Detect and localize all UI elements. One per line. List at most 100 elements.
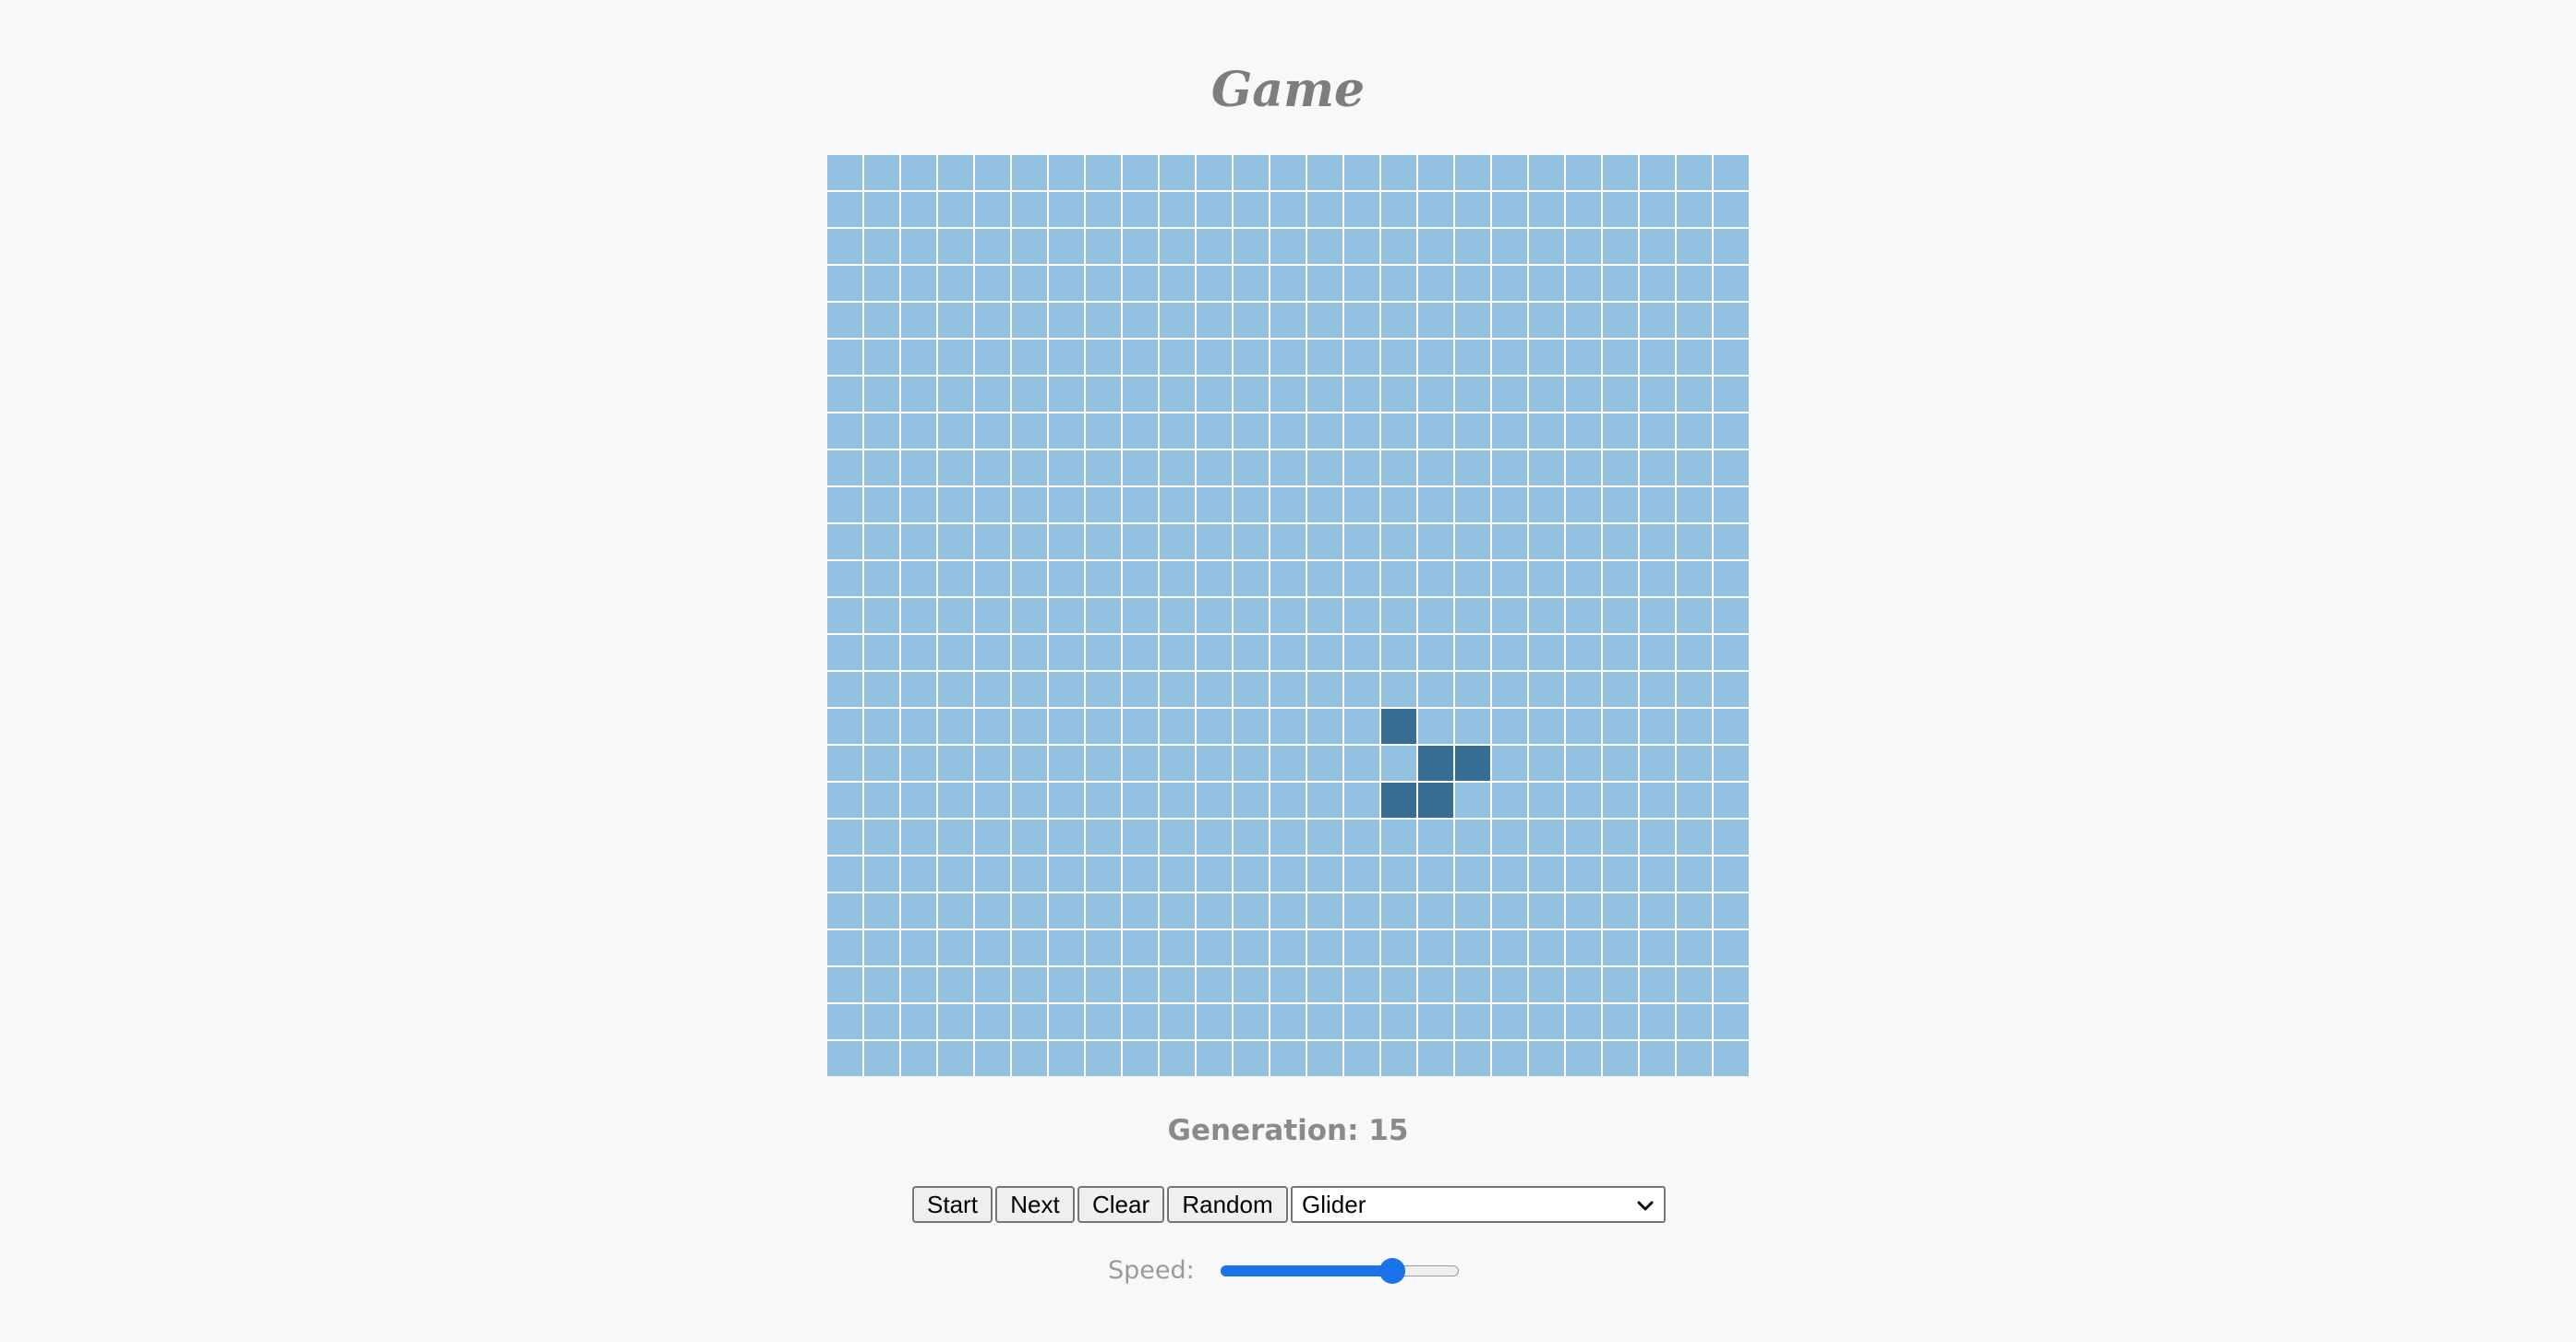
board-cell[interactable] xyxy=(1049,893,1084,929)
board-cell[interactable] xyxy=(1529,340,1564,375)
board-cell[interactable] xyxy=(864,820,899,855)
board-cell[interactable] xyxy=(1418,930,1453,965)
board-cell[interactable] xyxy=(1529,1004,1564,1039)
board-cell[interactable] xyxy=(1566,561,1601,596)
board-cell[interactable] xyxy=(1492,857,1527,892)
board-cell[interactable] xyxy=(975,155,1010,190)
board-cell[interactable] xyxy=(1123,930,1158,965)
clear-button[interactable]: Clear xyxy=(1077,1186,1164,1223)
board-cell[interactable] xyxy=(1603,413,1638,449)
board-cell[interactable] xyxy=(1603,746,1638,781)
board-cell[interactable] xyxy=(1566,1004,1601,1039)
board-cell[interactable] xyxy=(1086,450,1121,485)
board-cell[interactable] xyxy=(1492,450,1527,485)
board-cell[interactable] xyxy=(1307,340,1342,375)
board-cell[interactable] xyxy=(1012,746,1047,781)
board-cell[interactable] xyxy=(1012,340,1047,375)
board-cell[interactable] xyxy=(1455,672,1490,707)
board-cell[interactable] xyxy=(1603,893,1638,929)
board-cell[interactable] xyxy=(1123,598,1158,633)
board-cell[interactable] xyxy=(1270,709,1306,744)
board-cell[interactable] xyxy=(1270,487,1306,522)
board-cell[interactable] xyxy=(975,413,1010,449)
board-cell[interactable] xyxy=(1123,450,1158,485)
board-cell[interactable] xyxy=(1381,377,1416,412)
board-cell[interactable] xyxy=(1566,450,1601,485)
board-cell[interactable] xyxy=(1160,303,1195,338)
speed-slider-thumb[interactable] xyxy=(1378,1258,1405,1284)
board-cell[interactable] xyxy=(827,893,862,929)
board-cell[interactable] xyxy=(1197,893,1232,929)
board-cell[interactable] xyxy=(1344,635,1379,670)
board-cell[interactable] xyxy=(1455,266,1490,301)
board-cell[interactable] xyxy=(1492,672,1527,707)
board-cell[interactable] xyxy=(1529,524,1564,559)
board-cell[interactable] xyxy=(1677,709,1712,744)
board-cell[interactable] xyxy=(1123,783,1158,818)
board-cell[interactable] xyxy=(1714,413,1749,449)
board-cell[interactable] xyxy=(1012,487,1047,522)
board-cell[interactable] xyxy=(1529,487,1564,522)
board-cell[interactable] xyxy=(1160,1041,1195,1076)
board-cell[interactable] xyxy=(1492,155,1527,190)
board-cell[interactable] xyxy=(1086,746,1121,781)
board-cell[interactable] xyxy=(1307,783,1342,818)
board-cell[interactable] xyxy=(1270,672,1306,707)
board-cell[interactable] xyxy=(1197,266,1232,301)
board-cell[interactable] xyxy=(1307,192,1342,227)
board-cell[interactable] xyxy=(901,635,936,670)
board-cell[interactable] xyxy=(1455,1041,1490,1076)
board-cell[interactable] xyxy=(864,303,899,338)
board-cell[interactable] xyxy=(1270,266,1306,301)
board-cell[interactable] xyxy=(1049,192,1084,227)
board-cell[interactable] xyxy=(1640,857,1675,892)
board-cell[interactable] xyxy=(1566,930,1601,965)
board-cell[interactable] xyxy=(1234,1041,1269,1076)
board-cell[interactable] xyxy=(1049,524,1084,559)
board-cell[interactable] xyxy=(1344,303,1379,338)
board-cell[interactable] xyxy=(1418,857,1453,892)
board-cell[interactable] xyxy=(1603,820,1638,855)
board-cell[interactable] xyxy=(1603,155,1638,190)
board-cell[interactable] xyxy=(1270,635,1306,670)
board-cell[interactable] xyxy=(1640,783,1675,818)
board-cell[interactable] xyxy=(1086,598,1121,633)
board-cell[interactable] xyxy=(1640,930,1675,965)
board-cell[interactable] xyxy=(1160,746,1195,781)
board-cell[interactable] xyxy=(901,598,936,633)
board-cell[interactable] xyxy=(1160,229,1195,264)
board-cell[interactable] xyxy=(901,930,936,965)
board-cell[interactable] xyxy=(1677,487,1712,522)
board-cell[interactable] xyxy=(1086,893,1121,929)
board-cell[interactable] xyxy=(1418,598,1453,633)
board-cell[interactable] xyxy=(1714,377,1749,412)
board-cell[interactable] xyxy=(1270,450,1306,485)
board-cell[interactable] xyxy=(1603,377,1638,412)
board-cell[interactable] xyxy=(1086,155,1121,190)
board-cell[interactable] xyxy=(1529,709,1564,744)
board-cell[interactable] xyxy=(864,598,899,633)
board-cell[interactable] xyxy=(1012,820,1047,855)
board-cell[interactable] xyxy=(1418,377,1453,412)
board-cell[interactable] xyxy=(901,783,936,818)
board-cell[interactable] xyxy=(1714,893,1749,929)
board-cell[interactable] xyxy=(1123,155,1158,190)
board-cell[interactable] xyxy=(1307,229,1342,264)
board-cell[interactable] xyxy=(1677,967,1712,1002)
board-cell[interactable] xyxy=(1270,746,1306,781)
board-cell[interactable] xyxy=(1381,635,1416,670)
board-cell[interactable] xyxy=(1455,487,1490,522)
board-cell[interactable] xyxy=(1492,635,1527,670)
board-cell[interactable] xyxy=(975,930,1010,965)
board-cell[interactable] xyxy=(1344,266,1379,301)
board-cell[interactable] xyxy=(1012,857,1047,892)
board-cell[interactable] xyxy=(1234,487,1269,522)
board-cell[interactable] xyxy=(1677,635,1712,670)
board-cell[interactable] xyxy=(1012,672,1047,707)
board-cell[interactable] xyxy=(1197,303,1232,338)
board-cell[interactable] xyxy=(901,303,936,338)
board-cell[interactable] xyxy=(938,192,973,227)
board-cell[interactable] xyxy=(864,783,899,818)
board-cell[interactable] xyxy=(1270,893,1306,929)
board-cell[interactable] xyxy=(827,1004,862,1039)
